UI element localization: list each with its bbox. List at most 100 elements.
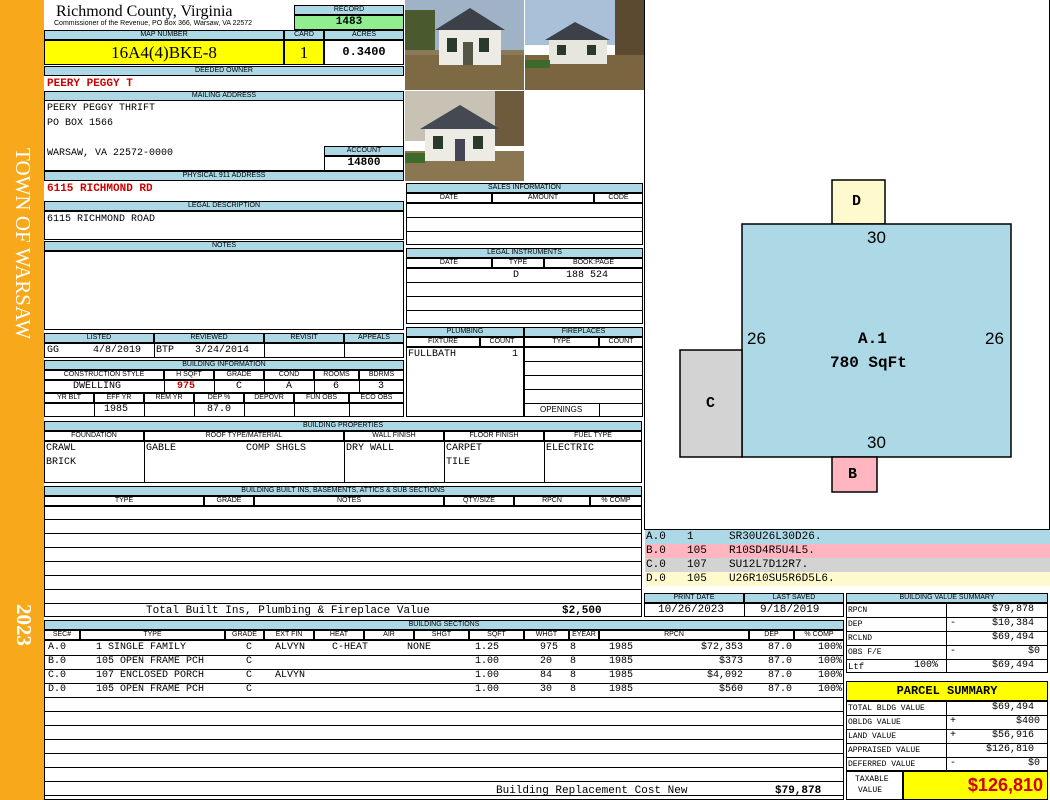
ps-bldg-value: $69,494 (992, 702, 1035, 713)
bs-row-2-rpcn: $373 (718, 656, 743, 667)
legend-code: 105 (687, 545, 707, 557)
li-type-value: D (513, 270, 520, 281)
ps-bldg-label: TOTAL BLDG VALUE (848, 704, 925, 713)
bs-row-3-eyear: 1985 (609, 670, 634, 681)
bs-row-1-dep: 87.0 (767, 642, 792, 653)
sketch-dim-left: 26 (747, 329, 766, 348)
bti-col-comp: % COMP (590, 496, 642, 506)
bs-row-2-eyear: 1985 (609, 656, 634, 667)
legend-sec: B.0 (646, 545, 666, 557)
house-photo-1 (405, 0, 524, 90)
bs-row-3-shgt: 1.00 (475, 670, 500, 681)
bs-row-4-whgt: 8 (570, 684, 577, 695)
bs-row-4-shgt: 1.00 (475, 684, 500, 695)
revisit-header: REVISIT (264, 333, 344, 343)
builtins-header: BUILDING BUILT INS, BASEMENTS, ATTICS & … (44, 486, 642, 496)
bp-floor-1: CARPET (446, 443, 483, 454)
bs-row-2-shgt: 1.00 (475, 656, 500, 667)
openings-label: OPENINGS (540, 405, 583, 414)
vs-dep-sign: - (950, 618, 957, 629)
map-number-header: MAP NUMBER (44, 30, 284, 40)
bti-col-type: TYPE (44, 496, 204, 506)
bs-row-1-eyear: 1985 (609, 642, 634, 653)
vs-obs-sign: - (950, 646, 957, 657)
sketch-dim-bottom: 30 (867, 433, 886, 452)
bs-row-4-type: 105 OPEN FRAME PCH (96, 684, 205, 695)
bs-row-4-rpcn: $560 (718, 684, 743, 695)
bi-col-depovr: DEPOVR (244, 393, 294, 403)
sales-col-code: CODE (594, 193, 643, 203)
bs-row-1-ext-fin: ALVYN (275, 642, 306, 653)
bti-col-notes: NOTES (254, 496, 444, 506)
vs-rclnd-value: $69,494 (992, 632, 1035, 643)
bi-col-cond: COND (264, 370, 314, 380)
bi-col-yrblt: YR BLT (44, 393, 94, 403)
bs-row-1-sqft: 975 (540, 642, 559, 653)
bs-row-4-sqft: 30 (540, 684, 553, 695)
vs-rpcn-label: RPCN (848, 606, 868, 615)
bp-col-wall: WALL FINISH (344, 431, 444, 441)
bp-col-floor: FLOOR FINISH (444, 431, 544, 441)
bs-row-2-whgt: 8 (570, 656, 577, 667)
bs-row-3-comp: 100% (817, 670, 842, 681)
bi-dep: 87.0 (207, 404, 232, 415)
bs-row-1-sec: A.0 (48, 642, 67, 653)
print-date-header: PRINT DATE (644, 593, 744, 603)
legal-description-header: LEGAL DESCRIPTION (44, 201, 404, 211)
bi-hsqft: 975 (177, 381, 196, 392)
bs-col-whgt: WHGT (524, 630, 569, 640)
plumbing-count: 1 (512, 349, 519, 360)
parcel-summary-header: PARCEL SUMMARY (846, 681, 1048, 701)
bi-grade: C (236, 381, 243, 392)
vs-rpcn-value: $79,878 (992, 604, 1035, 615)
bs-row-4-sec: D.0 (48, 684, 67, 695)
builtins-total-label: Total Built Ins, Plumbing & Fireplace Va… (146, 605, 430, 617)
bp-wall: DRY WALL (346, 443, 395, 454)
legend-code: 105 (687, 573, 707, 585)
acres-header: ACRES (324, 30, 404, 40)
bi-col-ecoobs: ECO OBS (349, 393, 404, 403)
legend-code: 107 (687, 559, 707, 571)
bs-col-ext-fin: EXT FIN (264, 630, 314, 640)
bs-row-3-whgt: 8 (570, 670, 577, 681)
taxable-value: $126,810 (903, 771, 1048, 800)
building-sketch (679, 179, 1012, 493)
vs-ltf-label: Ltf (848, 662, 865, 672)
bi-rooms: 6 (333, 381, 340, 392)
ps-obldg-sign: + (950, 716, 957, 727)
bs-col-air: AIR (364, 630, 414, 640)
bs-col-comp: % COMP (794, 630, 844, 640)
bs-row-1-grade: C (246, 642, 253, 653)
county-title: Richmond County, Virginia (56, 3, 233, 20)
sales-col-amount: AMOUNT (492, 193, 594, 203)
last-saved-header: LAST SAVED (744, 593, 844, 603)
card-header: CARD (284, 30, 324, 40)
bs-row-2-grade: C (246, 656, 253, 667)
fireplaces-header: FIREPLACES (524, 327, 643, 337)
vs-obs-label: OBS F/E (848, 648, 882, 657)
bs-row-2-dep: 87.0 (767, 656, 792, 667)
sketch-dim-top: 30 (867, 228, 886, 247)
bs-row-1-shgt: 1.25 (475, 642, 500, 653)
account-value: 14800 (324, 156, 404, 171)
bi-col-funobs: FUN OBS (294, 393, 349, 403)
li-col-bookpage: BOOK:PAGE (544, 258, 643, 268)
bi-col-bdrms: BDRMS (359, 370, 404, 380)
legend-code: 1 (687, 531, 694, 543)
ps-appraised-label: APPRAISED VALUE (848, 746, 921, 755)
bs-row-4-comp: 100% (817, 684, 842, 695)
bs-row-4-eyear: 1985 (609, 684, 634, 695)
acres-value: 0.3400 (324, 40, 404, 65)
bs-col-sqft: SQFT (469, 630, 524, 640)
bp-foundation-1: CRAWL (46, 443, 77, 454)
sidebar: TOWN OF WARSAW 2023 (0, 0, 44, 800)
vs-dep-value: $10,384 (992, 618, 1035, 629)
ps-deferred-sign: - (950, 758, 957, 769)
ps-deferred-label: DEFERRED VALUE (848, 760, 916, 769)
building-info-header: BUILDING INFORMATION (44, 360, 404, 370)
town-label: TOWN OF WARSAW (11, 148, 35, 340)
building-properties-header: BUILDING PROPERTIES (44, 421, 642, 431)
county-address: Commissioner of the Revenue, PO Box 366,… (54, 20, 253, 27)
bp-foundation-2: BRICK (46, 457, 77, 468)
bi-col-remyr: REM YR (144, 393, 194, 403)
